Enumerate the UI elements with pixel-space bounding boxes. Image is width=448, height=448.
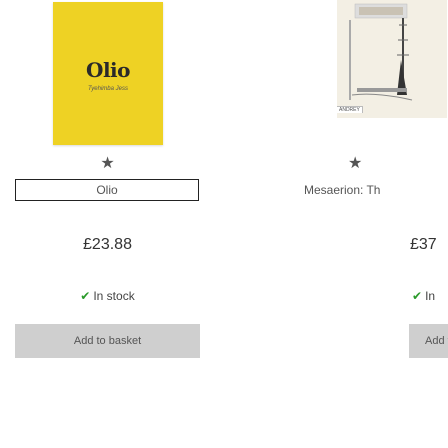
rating: ★ (240, 154, 448, 174)
book-cover-image[interactable]: ANDREY (337, 0, 447, 118)
cover-title-text: Olio (86, 58, 130, 82)
book-cover-image[interactable]: Olio Tyehimba Jess (53, 2, 163, 145)
product-title-link[interactable]: Olio (15, 179, 199, 201)
cover-artwork (337, 0, 447, 118)
check-icon: ✔ (412, 289, 423, 303)
product-price: £37 (410, 236, 437, 253)
add-to-basket-button[interactable]: Add to basket (15, 324, 200, 358)
rating: ★ (15, 154, 200, 174)
product-listing: Olio Tyehimba Jess ★ Olio £23.88 ✔ In sto… (0, 0, 448, 448)
add-to-basket-button[interactable]: Add to (409, 324, 448, 358)
product-card: Olio Tyehimba Jess ★ Olio £23.88 ✔ In sto… (15, 0, 200, 358)
product-image-link[interactable]: Olio Tyehimba Jess (15, 0, 200, 150)
stock-status: ✔ In stock (15, 288, 200, 304)
product-price: £23.88 (83, 236, 132, 253)
product-image-link[interactable]: ANDREY (240, 0, 448, 150)
stock-label: In (425, 289, 436, 303)
star-icon: ★ (100, 155, 115, 172)
stock-status: ✔ In (240, 288, 448, 304)
product-title-link[interactable]: Mesaerion: Th (240, 179, 448, 201)
check-icon: ✔ (80, 289, 91, 303)
stock-label: In stock (93, 289, 135, 303)
product-card: ANDREY ★ Mesaerion: Th £37 ✔In Add to (240, 0, 448, 358)
cover-caption-text: ANDREY (337, 106, 363, 113)
star-icon: ★ (348, 155, 363, 172)
cover-author-text: Tyehimba Jess (88, 86, 128, 92)
